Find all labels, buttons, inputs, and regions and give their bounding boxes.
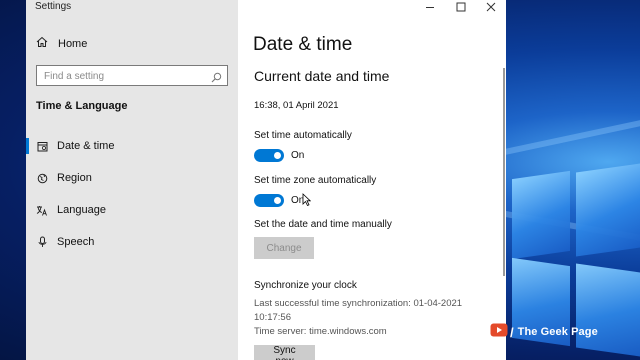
mouse-cursor-icon bbox=[302, 193, 312, 211]
home-label: Home bbox=[58, 38, 88, 50]
sync-now-button[interactable]: Sync now bbox=[254, 345, 315, 360]
search-icon[interactable] bbox=[211, 70, 222, 88]
watermark-text: The Geek Page bbox=[517, 326, 598, 338]
language-icon bbox=[36, 204, 48, 216]
search-box[interactable] bbox=[36, 65, 228, 86]
globe-icon bbox=[36, 172, 48, 184]
sidebar-item-label: Region bbox=[57, 172, 92, 184]
scrollbar[interactable] bbox=[503, 68, 505, 276]
sidebar-item-language[interactable]: Language bbox=[26, 199, 238, 221]
sidebar-item-date-time[interactable]: Date & time bbox=[26, 135, 238, 157]
sync-title: Synchronize your clock bbox=[254, 280, 357, 291]
microphone-icon bbox=[36, 236, 48, 248]
set-time-auto-toggle[interactable] bbox=[254, 149, 284, 162]
time-server: Time server: time.windows.com bbox=[254, 326, 387, 337]
sidebar-item-label: Language bbox=[57, 204, 106, 216]
toggle-knob bbox=[274, 197, 281, 204]
category-heading: Time & Language bbox=[36, 100, 128, 112]
sidebar-item-label: Date & time bbox=[57, 140, 115, 152]
section-title: Current date and time bbox=[254, 68, 390, 84]
watermark-slash-icon: / bbox=[510, 324, 514, 340]
manual-datetime-label: Set the date and time manually bbox=[254, 219, 392, 230]
home-nav-item[interactable]: Home bbox=[36, 36, 87, 52]
play-logo-icon bbox=[490, 323, 508, 342]
toggle-knob bbox=[274, 152, 281, 159]
app-title: Settings bbox=[35, 1, 72, 12]
search-input[interactable] bbox=[37, 67, 202, 86]
windows-logo-pane bbox=[512, 170, 570, 260]
watermark: / The Geek Page bbox=[490, 322, 598, 342]
windows-logo-pane bbox=[576, 163, 640, 257]
sidebar-item-label: Speech bbox=[57, 236, 95, 248]
set-time-auto-label: Set time automatically bbox=[254, 130, 352, 141]
change-button[interactable]: Change bbox=[254, 237, 314, 259]
sidebar-item-region[interactable]: Region bbox=[26, 167, 238, 189]
calendar-icon bbox=[36, 140, 48, 152]
sidebar-item-speech[interactable]: Speech bbox=[26, 231, 238, 253]
windows-logo-pane bbox=[576, 263, 640, 357]
last-sync-line: Last successful time synchronization: 01… bbox=[254, 298, 463, 309]
page-title: Date & time bbox=[253, 34, 353, 55]
set-time-auto-state: On bbox=[291, 150, 305, 161]
set-timezone-auto-label: Set time zone automatically bbox=[254, 175, 377, 186]
settings-window: Settings Home Time & Language Date & tim… bbox=[26, 0, 506, 360]
main-content: Date & time Current date and time 16:38,… bbox=[238, 0, 506, 360]
set-timezone-auto-toggle[interactable] bbox=[254, 194, 284, 207]
last-sync-time: 10:17:56 bbox=[254, 312, 291, 323]
home-icon bbox=[36, 35, 48, 53]
current-datetime: 16:38, 01 April 2021 bbox=[254, 100, 339, 111]
sidebar: Settings Home Time & Language Date & tim… bbox=[26, 0, 238, 360]
